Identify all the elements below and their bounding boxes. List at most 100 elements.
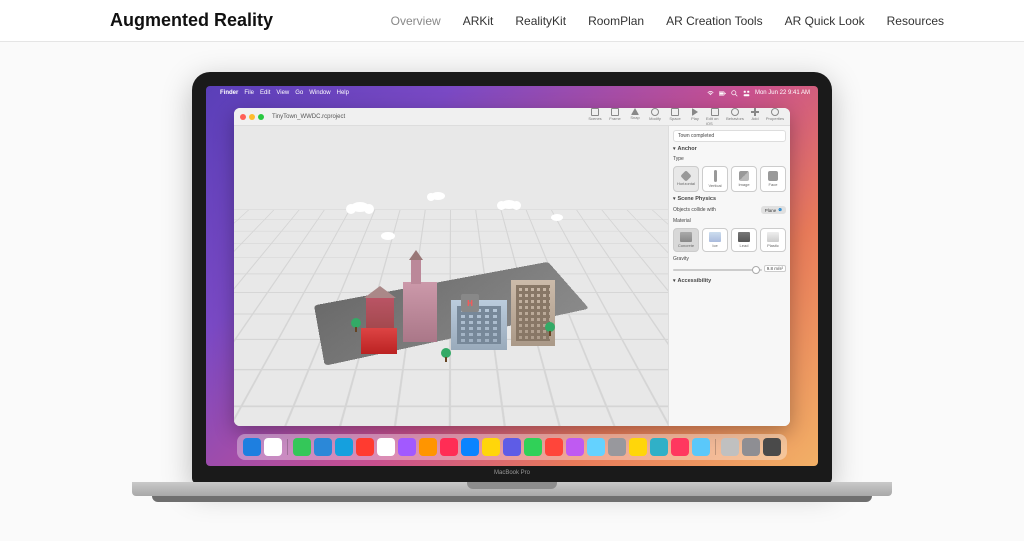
material-concrete[interactable]: Concrete	[673, 228, 699, 252]
collide-label: Objects collide with	[673, 207, 716, 213]
zoom-icon[interactable]	[258, 114, 264, 120]
laptop: Finder File Edit View Go Window Help Mon…	[192, 72, 832, 506]
dock-app-icon[interactable]	[721, 438, 739, 456]
dock-app-icon[interactable]	[545, 438, 563, 456]
dock-app-icon[interactable]	[335, 438, 353, 456]
nav-link-ar-quick-look[interactable]: AR Quick Look	[785, 14, 865, 28]
dock-app-icon[interactable]	[692, 438, 710, 456]
toolbar-edit-on-ios[interactable]: Edit on iOS	[706, 108, 724, 126]
scene-canvas[interactable]: H	[234, 126, 668, 426]
building-firestation	[361, 328, 397, 354]
dock-app-icon[interactable]	[482, 438, 500, 456]
menubar-app-name[interactable]: Finder	[220, 90, 238, 96]
dock-app-icon[interactable]	[742, 438, 760, 456]
dock-app-icon[interactable]	[314, 438, 332, 456]
material-ice[interactable]: Ice	[702, 228, 728, 252]
dock-app-icon[interactable]	[524, 438, 542, 456]
building-church	[403, 282, 437, 342]
dock-app-icon[interactable]	[377, 438, 395, 456]
section-accessibility[interactable]: Accessibility	[673, 278, 786, 284]
gravity-value[interactable]: 9.8 m/s²	[764, 265, 786, 272]
slider-thumb-icon[interactable]	[752, 266, 760, 274]
search-icon[interactable]	[731, 90, 738, 97]
toolbar-properties[interactable]: Properties	[766, 108, 784, 126]
minimize-icon[interactable]	[249, 114, 255, 120]
tiny-town-scene: H	[321, 192, 581, 372]
menubar-file[interactable]: File	[244, 90, 254, 96]
section-anchor[interactable]: Anchor	[673, 146, 786, 152]
laptop-notch	[467, 482, 557, 489]
gravity-slider[interactable]: 9.8 m/s²	[673, 266, 786, 274]
material-tiles: Concrete Ice Lead Plastic	[673, 228, 786, 252]
dock-app-icon[interactable]	[503, 438, 521, 456]
hero-stage: Finder File Edit View Go Window Help Mon…	[0, 42, 1024, 541]
wifi-icon[interactable]	[707, 90, 714, 97]
anchor-type-horizontal[interactable]: Horizontal	[673, 166, 699, 192]
cloud-icon	[501, 200, 517, 209]
material-plastic[interactable]: Plastic	[760, 228, 786, 252]
dock-app-icon[interactable]	[440, 438, 458, 456]
toolbar-frame[interactable]: Frame	[606, 108, 624, 126]
nav-link-overview[interactable]: Overview	[391, 14, 441, 28]
toolbar-play[interactable]: Play	[686, 108, 704, 126]
menubar-view[interactable]: View	[276, 90, 289, 96]
top-nav: Augmented Reality Overview ARKit Reality…	[0, 0, 1024, 42]
menubar-window[interactable]: Window	[309, 90, 330, 96]
dock-app-icon[interactable]	[629, 438, 647, 456]
app-body: H Town completed Anchor Type	[234, 126, 790, 426]
tree-icon	[441, 348, 451, 358]
dock-app-icon[interactable]	[461, 438, 479, 456]
nav-link-roomplan[interactable]: RoomPlan	[588, 14, 644, 28]
dock-app-icon[interactable]	[671, 438, 689, 456]
toolbar-space[interactable]: Space	[666, 108, 684, 126]
scene-breadcrumb[interactable]: Town completed	[673, 130, 786, 142]
dock-app-icon[interactable]	[608, 438, 626, 456]
material-lead[interactable]: Lead	[731, 228, 757, 252]
close-icon[interactable]	[240, 114, 246, 120]
dock-app-icon[interactable]	[419, 438, 437, 456]
menubar-help[interactable]: Help	[337, 90, 349, 96]
collide-row: Objects collide with Plane⊗	[673, 206, 786, 214]
cloud-icon	[381, 232, 395, 240]
control-center-icon[interactable]	[743, 90, 750, 97]
reality-composer-window: TinyTown_WWDC.rcproject Scenes Frame Sna…	[234, 108, 790, 426]
traffic-lights	[240, 114, 264, 120]
dock-app-icon[interactable]	[763, 438, 781, 456]
dock-app-icon[interactable]	[566, 438, 584, 456]
anchor-type-face[interactable]: Face	[760, 166, 786, 192]
menubar-go[interactable]: Go	[295, 90, 303, 96]
laptop-bezel: Finder File Edit View Go Window Help Mon…	[192, 72, 832, 484]
section-scene-physics[interactable]: Scene Physics	[673, 196, 786, 202]
anchor-type-image[interactable]: Image	[731, 166, 757, 192]
menubar-clock[interactable]: Mon Jun 22 9:41 AM	[755, 90, 810, 96]
menubar-edit[interactable]: Edit	[260, 90, 270, 96]
nav-link-arkit[interactable]: ARKit	[463, 14, 494, 28]
nav-link-realitykit[interactable]: RealityKit	[515, 14, 566, 28]
building-hospital	[451, 300, 507, 350]
dock-app-icon[interactable]	[398, 438, 416, 456]
dock-app-icon[interactable]	[356, 438, 374, 456]
dock-app-icon[interactable]	[264, 438, 282, 456]
macos-menubar: Finder File Edit View Go Window Help Mon…	[206, 86, 818, 100]
dock-app-icon[interactable]	[243, 438, 261, 456]
dock-app-icon[interactable]	[293, 438, 311, 456]
battery-icon[interactable]	[719, 90, 726, 97]
dock-app-icon[interactable]	[650, 438, 668, 456]
toolbar-snap[interactable]: Snap	[626, 108, 644, 126]
page-title: Augmented Reality	[110, 10, 273, 31]
tree-icon	[545, 322, 555, 332]
anchor-type-vertical[interactable]: Vertical	[702, 166, 728, 192]
chip-remove-icon[interactable]: ⊗	[778, 207, 782, 213]
toolbar-behaviors[interactable]: Behaviors	[726, 108, 744, 126]
dock-app-icon[interactable]	[587, 438, 605, 456]
window-toolbar: Scenes Frame Snap Modify Space Play Edit…	[586, 108, 784, 126]
window-titlebar: TinyTown_WWDC.rcproject Scenes Frame Sna…	[234, 108, 790, 126]
laptop-screen: Finder File Edit View Go Window Help Mon…	[206, 86, 818, 466]
collide-value-chip[interactable]: Plane⊗	[761, 206, 786, 214]
nav-link-resources[interactable]: Resources	[887, 14, 944, 28]
toolbar-add[interactable]: Add	[746, 108, 764, 126]
nav-link-ar-creation-tools[interactable]: AR Creation Tools	[666, 14, 763, 28]
toolbar-modify[interactable]: Modify	[646, 108, 664, 126]
anchor-type-label: Type	[673, 156, 786, 162]
toolbar-scenes[interactable]: Scenes	[586, 108, 604, 126]
